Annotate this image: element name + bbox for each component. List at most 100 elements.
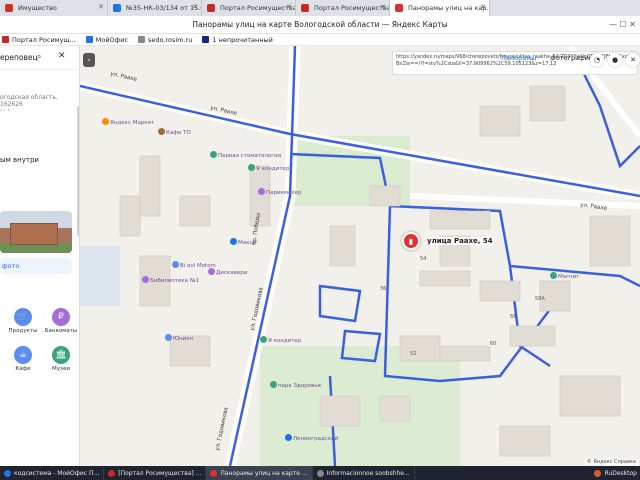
bookmark-item[interactable]: МойОфис [85,36,128,44]
browser-tab[interactable]: Портал Росимущества ✕ [296,0,390,16]
panorama-route [318,284,362,323]
road-minor [409,193,640,209]
poi-marker[interactable]: Бибилиотека №1 [142,276,199,284]
close-icon[interactable]: ✕ [626,53,640,67]
bookmark-icon [2,36,9,43]
tab-close-icon[interactable]: ✕ [286,3,292,11]
poi-label: Парикмахер [266,190,302,196]
selected-place-label[interactable]: улица Раахе, 54 [425,237,495,245]
place-address: огодская область, 162626 [0,94,58,108]
house-number: 36 [380,286,387,292]
user-icon[interactable]: ● [608,53,622,67]
poi-marker[interactable]: парк Здоровья [270,381,321,389]
house-number: 60 [490,341,497,347]
building-block [80,246,120,306]
poi-marker[interactable]: Я кондитер [248,164,289,172]
map-layer [80,46,640,466]
browser-tabbar: Имущество ✕ №35-НК-03/134 от 15.01... ✕ … [0,0,640,16]
collapse-sidebar-button[interactable]: ‹ [83,53,95,67]
selected-place-pin[interactable]: ▮ [402,232,420,250]
bookmark-icon [85,36,93,43]
taskbar-label: кодсистема - МойОфис П... [14,469,100,477]
house-number: 56 [510,314,517,320]
category-cafe[interactable]: ☕ Кафе [6,346,40,372]
category-atm[interactable]: ₽ Банкоматы [44,308,78,334]
bookmark-item[interactable]: sedo.rosim.ru [138,36,192,44]
category-label: Продукты [8,328,38,334]
poi-marker[interactable]: Магнит [550,272,579,280]
bookmark-item[interactable]: 1 непрочитанный [202,36,273,44]
poi-marker[interactable]: Яндекс Маркет [102,118,154,126]
building-image [10,223,58,245]
browser-tab[interactable]: Имущество ✕ [0,0,108,16]
poi-dot-icon [550,272,557,279]
browser-tab-active[interactable]: Панорамы улиц на кар... ✕ [390,0,490,16]
browser-tab[interactable]: Портал Росимущества ✕ [202,0,296,16]
poi-dot-icon [158,128,165,135]
tab-close-icon[interactable]: ✕ [98,3,104,11]
place-photo[interactable] [0,211,72,253]
taskbar-label: Панорамы улиц на карте ... [220,469,308,477]
poi-marker[interactable]: Кафе ТО [158,128,191,136]
bookmark-item[interactable]: Портал Росимущ... [2,36,76,44]
tab-photos[interactable]: Фотографии [547,52,596,66]
photos-button[interactable]: фото [0,258,72,274]
poi-marker[interactable]: Макси [230,238,256,246]
poi-marker[interactable]: Первая стоматология [210,151,281,159]
house-number: 52 [410,351,417,357]
map-canvas[interactable]: ‹ https://yandex.ru/maps/968/cherepovets… [80,46,640,466]
tab-label: Портал Росимущества [220,4,296,12]
poi-label: Дискавери [216,270,248,276]
poi-label: Бибилиотека №1 [150,278,200,284]
tab-label: №35-НК-03/134 от 15.01... [126,4,201,12]
bookmark-label: 1 непрочитанный [212,35,273,44]
poi-marker[interactable]: Я кондитер [260,336,301,344]
tray-app-label[interactable]: RuDesktop [605,470,637,477]
poi-dot-icon [210,151,217,158]
inside-link[interactable]: ым внутри [0,156,39,164]
poi-marker[interactable]: Ленинградский [285,434,338,442]
poi-marker[interactable]: Парикмахер [258,188,302,196]
poi-label: Магнит [558,274,580,280]
window-title: Панорамы улиц на карте Вологодской облас… [192,20,448,29]
taskbar-item[interactable]: [Портал Росимущества] ... [104,466,207,480]
more-icon[interactable]: ··· [0,106,11,115]
tab-close-icon[interactable]: ✕ [192,3,198,11]
search-input[interactable]: ереповец [0,53,38,62]
search-icon[interactable]: ⌕ [37,52,41,62]
window-controls[interactable]: — ☐ ✕ [609,16,636,34]
category-label: Музеи [52,366,70,372]
cafe-icon: ☕ [14,346,32,364]
poi-marker[interactable]: Юнион [165,334,193,342]
taskbar-label: [Портал Росимущества] ... [118,469,202,477]
panorama-icon[interactable]: ◔ [590,53,604,67]
tab-panoramas[interactable]: Панорамы [498,52,539,66]
poi-marker[interactable]: Дискавери [208,268,247,276]
poi-label: Ленинградский [293,436,339,442]
poi-dot-icon [285,434,292,441]
bookmark-label: sedo.rosim.ru [148,35,193,44]
tab-favicon-icon [207,4,215,12]
poi-dot-icon [172,261,179,268]
map-copyright[interactable]: © Яндекс Справка [584,459,638,465]
taskbar-item[interactable]: кодсистема - МойОфис П... [0,466,105,480]
tab-close-icon[interactable]: ✕ [380,3,386,11]
tab-close-icon[interactable]: ✕ [480,3,486,11]
app-icon [210,469,218,477]
poi-label: Яндекс Маркет [110,120,155,126]
taskbar-item[interactable]: Informacionnoe soobshhe... [313,466,415,480]
window-titlebar: Панорамы улиц на карте Вологодской облас… [0,16,640,34]
taskbar-item-active[interactable]: Панорамы улиц на карте ... [206,466,313,480]
poi-label: Я кондитер [268,338,302,344]
tab-favicon-icon [395,4,403,12]
category-museum[interactable]: 🏛 Музеи [44,346,78,372]
category-products[interactable]: 🛒 Продукты [6,308,40,334]
browser-tab[interactable]: №35-НК-03/134 от 15.01... ✕ [108,0,202,16]
close-icon[interactable]: ✕ [58,51,66,61]
rudesktop-icon[interactable] [593,469,601,477]
bookmarks-bar: Портал Росимущ... МойОфис sedo.rosim.ru … [0,34,640,46]
category-label: Банкоматы [44,328,78,334]
poi-dot-icon [270,381,277,388]
poi-dot-icon [142,276,149,283]
bookmark-icon [202,36,210,43]
